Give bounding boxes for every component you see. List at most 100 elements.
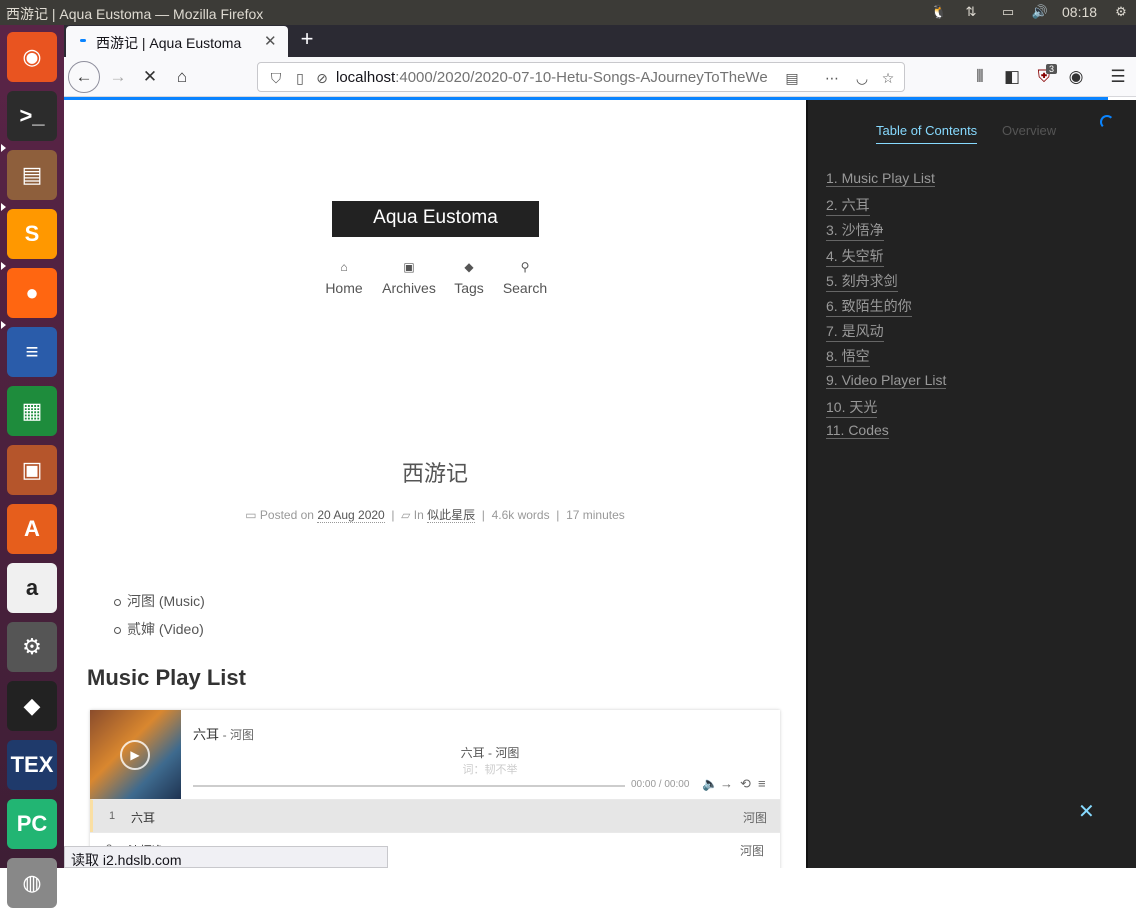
url-bar[interactable]: ⛉ ▯ ⊘ localhost:4000/2020/2020-07-10-Het… bbox=[257, 62, 905, 92]
qq-tray-icon[interactable]: 🐧 bbox=[930, 4, 948, 20]
site-brand[interactable]: Aqua Eustoma bbox=[332, 201, 539, 237]
toc-item[interactable]: 3. 沙悟净 bbox=[826, 220, 884, 242]
terminal-icon[interactable]: >_ bbox=[7, 91, 57, 141]
post-meta: ▭ Posted on 20 Aug 2020 | ▱ In 似此星辰 | 4.… bbox=[245, 508, 625, 523]
progress-bar[interactable] bbox=[193, 785, 625, 787]
battery-icon[interactable]: ▭ bbox=[996, 4, 1020, 20]
pycharm-icon[interactable]: PC bbox=[7, 799, 57, 849]
volume-icon[interactable]: 🔈 bbox=[702, 776, 718, 792]
reading-time: 17 minutes bbox=[566, 508, 625, 522]
post-date[interactable]: 20 Aug 2020 bbox=[317, 508, 385, 523]
menu-item-search[interactable]: ⚲ Search bbox=[485, 260, 565, 296]
table-row[interactable]: 1 六耳 河图 bbox=[90, 799, 780, 832]
stop-button-icon[interactable]: ✕ bbox=[136, 63, 164, 91]
lyric-line: 六耳 - 河图 bbox=[460, 746, 520, 760]
toc-item[interactable]: 4. 失空斩 bbox=[826, 246, 884, 267]
page-content: Aqua Eustoma ⌂ Home ▣ Archives ◆ Tags ⚲ Sear… bbox=[64, 100, 806, 868]
tab-active[interactable]: 西游记 | Aqua Eustoma ✕ bbox=[66, 26, 288, 57]
network-icon[interactable]: ⇅ bbox=[962, 4, 980, 20]
home-button-icon[interactable]: ⌂ bbox=[168, 63, 196, 91]
sublime-text-icon[interactable]: S bbox=[7, 209, 57, 259]
new-tab-icon[interactable]: + bbox=[294, 27, 320, 53]
calc-icon[interactable]: ▦ bbox=[7, 386, 57, 436]
url-text[interactable]: localhost:4000/2020/2020-07-10-Hetu-Song… bbox=[336, 69, 768, 86]
running-indicator bbox=[1, 144, 6, 152]
toc-item[interactable]: 11. Codes bbox=[826, 422, 889, 439]
lyric-sub: 词：韧不举 bbox=[462, 764, 518, 776]
sidebar-toggle-icon[interactable]: ◧ bbox=[998, 63, 1026, 91]
music-player: ▶ 六耳 - 河图 六耳 - 河图 词：韧不举 00:00 / 00:00 🔈 … bbox=[90, 710, 780, 868]
sidebar: Table of Contents Overview 1. Music Play… bbox=[806, 100, 1136, 868]
row-artist: 河图 bbox=[740, 844, 765, 858]
tab-title: 西游记 | Aqua Eustoma bbox=[96, 35, 242, 51]
ublock-badge: 3 bbox=[1046, 64, 1058, 74]
toc-item[interactable]: 10. 天光 bbox=[826, 397, 878, 418]
playlist-icon[interactable]: ≡ bbox=[758, 776, 766, 791]
ubuntu-logo-icon[interactable]: ◉ bbox=[7, 32, 57, 82]
close-sidebar-icon[interactable]: ✕ bbox=[1078, 799, 1095, 824]
disk-icon[interactable]: ◍ bbox=[7, 858, 57, 908]
running-indicator bbox=[1, 262, 6, 270]
player-time: 00:00 / 00:00 bbox=[631, 779, 690, 790]
toc-item[interactable]: 5. 刻舟求剑 bbox=[826, 271, 898, 292]
library-icon[interactable]: ⫴ bbox=[966, 63, 994, 91]
album-cover[interactable]: ▶ bbox=[90, 710, 181, 800]
play-icon[interactable]: ▶ bbox=[120, 740, 150, 770]
writer-icon[interactable]: ≡ bbox=[7, 327, 57, 377]
order-icon[interactable]: → bbox=[720, 776, 733, 791]
clock[interactable]: 08:18 bbox=[1062, 4, 1097, 20]
software-center-icon[interactable]: A bbox=[7, 504, 57, 554]
search-icon: ⚲ bbox=[520, 260, 530, 274]
volume-icon[interactable]: 🔊 bbox=[1030, 4, 1050, 20]
reader-view-icon[interactable]: ▤ bbox=[782, 68, 802, 88]
impress-icon[interactable]: ▣ bbox=[7, 445, 57, 495]
bookmark-star-icon[interactable]: ☆ bbox=[878, 68, 898, 88]
os-top-bar: 西游记 | Aqua Eustoma — Mozilla Firefox 🐧 ⇅… bbox=[0, 0, 1136, 25]
loading-spinner-icon bbox=[1100, 115, 1114, 129]
tab-overview[interactable]: Overview bbox=[1002, 123, 1056, 138]
toc-item[interactable]: 1. Music Play List bbox=[826, 170, 935, 187]
folder-icon: ▱ bbox=[401, 508, 411, 522]
toc-item[interactable]: 8. 悟空 bbox=[826, 346, 870, 368]
power-gear-icon[interactable]: ⚙ bbox=[1112, 4, 1130, 20]
list-item[interactable]: 河图 (Music) bbox=[114, 591, 205, 611]
amazon-icon[interactable]: a bbox=[7, 563, 57, 613]
page-info-icon[interactable]: ▯ bbox=[290, 68, 310, 88]
menu-label: Tags bbox=[454, 280, 484, 296]
file-cabinet-icon[interactable]: ▤ bbox=[7, 150, 57, 200]
page-actions-icon[interactable]: ⋯ bbox=[822, 68, 842, 88]
section-heading: Music Play List bbox=[87, 665, 246, 690]
menu-label: Archives bbox=[382, 280, 436, 296]
posted-label: Posted on bbox=[259, 508, 314, 522]
in-label: In bbox=[413, 508, 424, 522]
calendar-icon: ▭ bbox=[245, 508, 257, 522]
post-category-link[interactable]: 似此星辰 bbox=[427, 508, 476, 523]
tracking-icon[interactable]: ⊘ bbox=[312, 68, 332, 88]
running-indicator bbox=[1, 203, 6, 211]
menu-label: Search bbox=[502, 280, 548, 296]
post-title: 西游记 bbox=[401, 461, 468, 486]
navigation-bar: ← → ✕ ⌂ ⛉ ▯ ⊘ localhost:4000/2020/2020-0… bbox=[64, 57, 1136, 97]
toc-item[interactable]: 2. 六耳 bbox=[826, 195, 870, 217]
list-item[interactable]: 贰婶 (Video) bbox=[114, 619, 204, 639]
loading-indicator-icon bbox=[80, 39, 86, 42]
menu-hamburger-icon[interactable]: ☰ bbox=[1104, 63, 1132, 91]
toc-item[interactable]: 7. 是风动 bbox=[826, 321, 884, 343]
back-button-icon[interactable]: ← bbox=[68, 61, 100, 93]
pocket-icon[interactable]: ◡ bbox=[852, 68, 872, 88]
firefox-icon[interactable]: ● bbox=[7, 268, 57, 318]
tab-table-of-contents[interactable]: Table of Contents bbox=[876, 123, 978, 144]
window-title: 西游记 | Aqua Eustoma — Mozilla Firefox bbox=[6, 6, 264, 22]
toc-item[interactable]: 9. Video Player List bbox=[826, 372, 947, 389]
status-bar: 读取 i2.hdslb.com bbox=[64, 846, 388, 868]
close-tab-icon[interactable]: ✕ bbox=[264, 32, 277, 50]
row-artist: 河图 bbox=[743, 811, 768, 825]
loop-icon[interactable]: ⟲ bbox=[740, 776, 751, 792]
shield-icon[interactable]: ⛉ bbox=[266, 68, 286, 88]
inkscape-icon[interactable]: ◆ bbox=[7, 681, 57, 731]
texmaker-icon[interactable]: TEX bbox=[7, 740, 57, 790]
settings-icon[interactable]: ⚙ bbox=[7, 622, 57, 672]
account-icon[interactable]: ◉ bbox=[1062, 63, 1090, 91]
forward-button-icon[interactable]: → bbox=[104, 63, 132, 91]
toc-item[interactable]: 6. 致陌生的你 bbox=[826, 296, 912, 317]
